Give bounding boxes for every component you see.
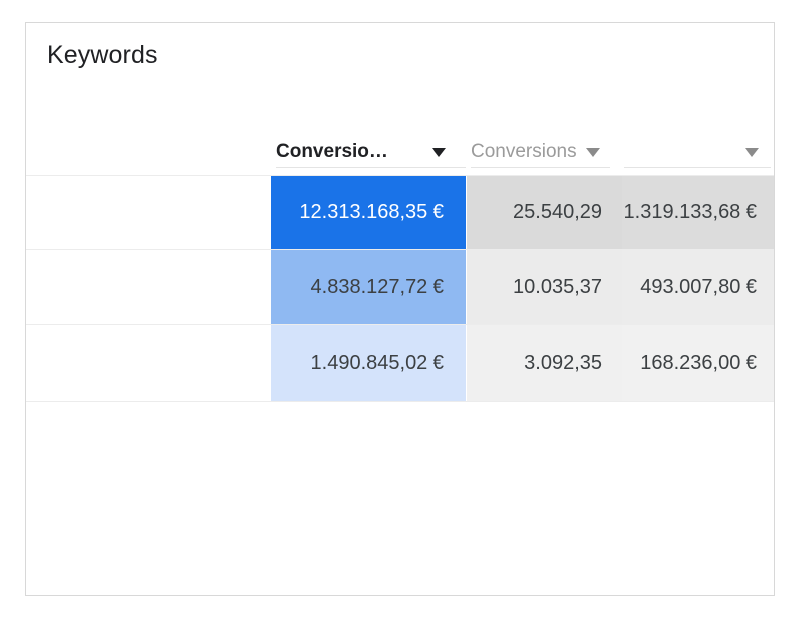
chevron-down-icon[interactable]: [432, 147, 446, 157]
keywords-table: Conversio… Conversions 12.313.168,35 € 2…: [26, 123, 774, 595]
cell-keyword: [26, 250, 271, 324]
column-header-third-metric-inner: [624, 137, 771, 168]
column-header-conversions-inner: Conversions: [471, 137, 610, 168]
chevron-down-icon[interactable]: [745, 147, 759, 157]
cell-conversions: 10.035,37: [467, 250, 622, 324]
table-empty-space: [26, 522, 774, 595]
column-header-third-metric[interactable]: [622, 123, 774, 175]
cell-third-metric: 168.236,00 €: [622, 325, 774, 401]
column-header-conversion-value[interactable]: Conversio…: [271, 123, 466, 175]
cell-conversions: 3.092,35: [467, 325, 622, 401]
keywords-card: Keywords Conversio… Conversions 12.313.1…: [25, 22, 775, 596]
column-header-conversion-value-label: Conversio…: [276, 141, 388, 162]
cell-third-metric: 493.007,80 €: [622, 250, 774, 324]
cell-conversion-value: 12.313.168,35 €: [271, 176, 466, 249]
table-row[interactable]: 4.838.127,72 € 10.035,37 493.007,80 €: [26, 250, 774, 325]
cell-third-metric: 1.319.133,68 €: [622, 176, 774, 249]
cell-keyword: [26, 176, 271, 249]
table-body: 12.313.168,35 € 25.540,29 1.319.133,68 €…: [26, 175, 774, 402]
table-row[interactable]: 1.490.845,02 € 3.092,35 168.236,00 €: [26, 325, 774, 402]
cell-conversion-value: 1.490.845,02 €: [271, 325, 466, 401]
cell-conversions: 25.540,29: [467, 176, 622, 249]
column-header-conversion-value-inner: Conversio…: [276, 137, 466, 168]
chevron-down-icon[interactable]: [585, 147, 600, 157]
cell-keyword: [26, 325, 271, 401]
cell-conversion-value: 4.838.127,72 €: [271, 250, 466, 324]
column-header-conversions-label: Conversions: [471, 141, 577, 162]
screenshot-root: Keywords Conversio… Conversions 12.313.1…: [0, 0, 793, 626]
column-header-conversions[interactable]: Conversions: [467, 123, 622, 175]
table-row[interactable]: 12.313.168,35 € 25.540,29 1.319.133,68 €: [26, 175, 774, 250]
table-header-row: Conversio… Conversions: [26, 123, 774, 175]
page-title: Keywords: [47, 41, 158, 69]
